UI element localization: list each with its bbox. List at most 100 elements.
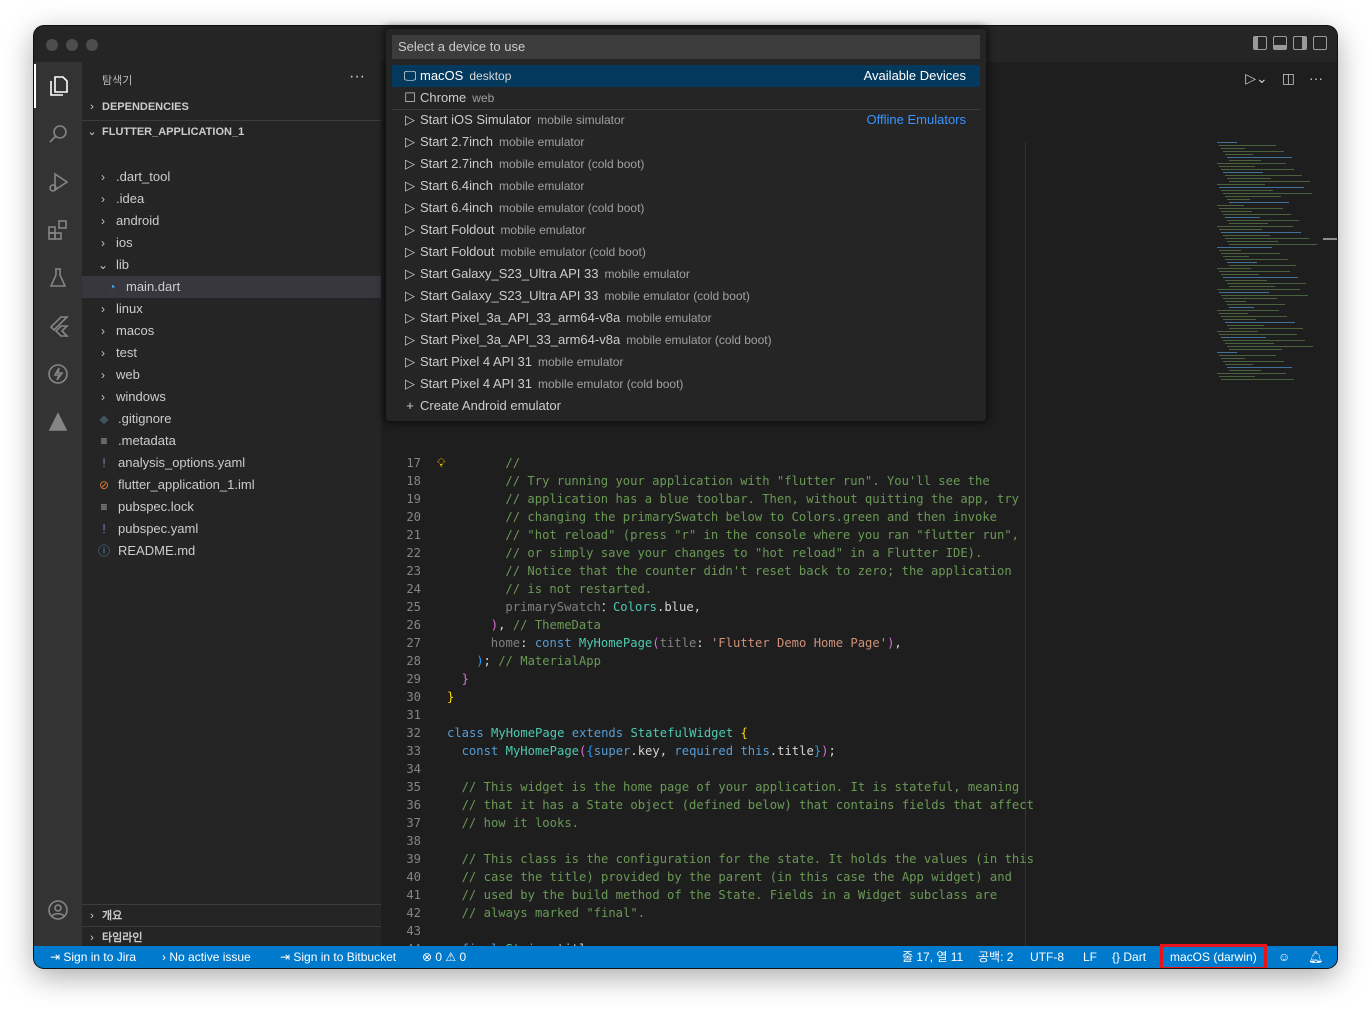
- tree-folder[interactable]: › linux: [82, 298, 381, 320]
- search-icon[interactable]: [34, 112, 82, 156]
- play-icon: ▷: [405, 200, 415, 215]
- more-actions-icon[interactable]: ···: [1309, 70, 1323, 87]
- toggle-secondary-sidebar-icon[interactable]: [1293, 36, 1307, 50]
- text-file-icon: ≡: [100, 434, 108, 448]
- sign-in-icon: ⇥: [50, 950, 64, 964]
- device-option[interactable]: ▷ Start Pixel_3a_API_33_arm64-v8a mobile e…: [392, 329, 980, 351]
- minimap-line: [1225, 259, 1288, 260]
- zoom-window-button[interactable]: [86, 39, 98, 51]
- section-label: 타임라인: [102, 932, 143, 944]
- customize-layout-icon[interactable]: [1313, 36, 1327, 50]
- tree-item-label: .dart_tool: [116, 169, 171, 184]
- tree-file[interactable]: ! analysis_options.yaml: [82, 452, 381, 474]
- jira-sign-in[interactable]: ⇥ Sign in to Jira: [50, 946, 136, 968]
- device-option[interactable]: ▷ Start 6.4inch mobile emulator: [392, 175, 980, 197]
- tree-folder[interactable]: › test: [82, 342, 381, 364]
- cursor-position[interactable]: 줄 17, 열 11: [902, 946, 963, 968]
- minimap-line: [1229, 265, 1296, 266]
- run-dropdown-icon[interactable]: ▷⌄: [1245, 70, 1268, 87]
- jira-issue[interactable]: › No active issue: [162, 946, 251, 968]
- tree-folder[interactable]: › web: [82, 364, 381, 386]
- language-label: Dart: [1123, 950, 1147, 964]
- device-option[interactable]: ▷ Start Pixel_3a_API_33_arm64-v8a mobile e…: [392, 307, 980, 329]
- more-actions-icon[interactable]: ···: [349, 68, 365, 86]
- end-of-line[interactable]: LF: [1083, 946, 1097, 968]
- section-project[interactable]: ⌄ FLUTTER_APPLICATION_1: [82, 120, 381, 143]
- device-option[interactable]: ▷ Start 6.4inch mobile emulator (cold boot…: [392, 197, 980, 219]
- tree-file[interactable]: ≡ .metadata: [82, 430, 381, 452]
- play-icon: ▷: [405, 112, 415, 127]
- minimap[interactable]: [1213, 142, 1323, 382]
- tree-file[interactable]: ≡ pubspec.lock: [82, 496, 381, 518]
- code-token: ,: [894, 636, 902, 650]
- minimap-line: [1219, 355, 1276, 356]
- tree-folder[interactable]: › ios: [82, 232, 381, 254]
- device-option[interactable]: ▷ Start Pixel 4 API 31 mobile emulator (co…: [392, 373, 980, 395]
- tree-file[interactable]: ◔ main.dart: [82, 276, 381, 298]
- device-option[interactable]: ▷ Start Galaxy_S23_Ultra API 33 mobile emu…: [392, 285, 980, 307]
- activity-bar: [34, 62, 82, 968]
- tree-file[interactable]: ! pubspec.yaml: [82, 518, 381, 540]
- device-option[interactable]: 🖵︎ macOS desktop Available Devices: [392, 65, 980, 87]
- device-option[interactable]: ▷ Start Pixel 4 API 31 mobile emulator: [392, 351, 980, 373]
- minimap-line: [1227, 304, 1285, 305]
- indentation[interactable]: 공백: 2: [978, 946, 1013, 968]
- device-option[interactable]: ▷ Start 2.7inch mobile emulator (cold boot…: [392, 153, 980, 175]
- flutter-icon[interactable]: [34, 304, 82, 348]
- device-option[interactable]: ☐ Chrome web: [392, 87, 980, 109]
- minimap-line: [1227, 262, 1257, 263]
- lightning-icon[interactable]: [34, 352, 82, 396]
- tree-folder[interactable]: › .dart_tool: [82, 166, 381, 188]
- split-editor-icon[interactable]: ◫: [1282, 70, 1295, 87]
- encoding[interactable]: UTF-8: [1030, 946, 1064, 968]
- explorer-icon[interactable]: [34, 64, 82, 108]
- device-option[interactable]: ▷ Start Foldout mobile emulator: [392, 219, 980, 241]
- close-window-button[interactable]: [46, 39, 58, 51]
- editor-actions: ▷⌄ ◫ ···: [1245, 70, 1323, 87]
- tree-folder[interactable]: › windows: [82, 386, 381, 408]
- device-option[interactable]: ▷ Start 2.7inch mobile emulator: [392, 131, 980, 153]
- section-outline[interactable]: › 개요: [82, 904, 381, 927]
- device-option[interactable]: ▷ Start Foldout mobile emulator (cold boot…: [392, 241, 980, 263]
- minimap-line: [1219, 187, 1304, 188]
- device-label: Start Pixel_3a_API_33_arm64-v8a: [420, 310, 621, 325]
- tree-folder[interactable]: › android: [82, 210, 381, 232]
- minimap-line: [1219, 250, 1241, 251]
- tree-folder[interactable]: ⌄ lib: [82, 254, 381, 276]
- tree-item-label: main.dart: [126, 279, 181, 294]
- device-description: mobile emulator (cold boot): [626, 333, 772, 347]
- lightbulb-icon[interactable]: 💡︎: [437, 454, 446, 472]
- notifications-bell-icon[interactable]: 🔔︎: [1308, 946, 1323, 968]
- line-number: 18: [406, 474, 421, 488]
- atlassian-icon[interactable]: [34, 400, 82, 444]
- code-token: // Try running your application with "fl…: [505, 474, 990, 488]
- run-debug-icon[interactable]: [34, 160, 82, 204]
- extensions-icon[interactable]: [34, 208, 82, 252]
- layout-controls: [1253, 36, 1327, 50]
- testing-icon[interactable]: [34, 256, 82, 300]
- minimize-window-button[interactable]: [66, 39, 78, 51]
- minimap-line: [1223, 151, 1284, 152]
- device-option[interactable]: ▷ Start Galaxy_S23_Ultra API 33 mobile emu…: [392, 263, 980, 285]
- code-token: const: [534, 636, 579, 650]
- device-selector[interactable]: macOS (darwin): [1160, 944, 1267, 968]
- tree-folder[interactable]: › macos: [82, 320, 381, 342]
- device-option[interactable]: ▷ Start iOS Simulator mobile simulator Offl…: [392, 109, 980, 131]
- toggle-primary-sidebar-icon[interactable]: [1253, 36, 1267, 50]
- tree-file[interactable]: ⊘ flutter_application_1.iml: [82, 474, 381, 496]
- language-mode[interactable]: {} Dart: [1112, 946, 1146, 968]
- toggle-panel-icon[interactable]: [1273, 36, 1287, 50]
- tree-file[interactable]: ◆ .gitignore: [82, 408, 381, 430]
- device-option[interactable]: + Create Android emulator: [392, 395, 980, 417]
- minimap-line: [1219, 292, 1269, 293]
- bitbucket-sign-in[interactable]: ⇥ Sign in to Bitbucket: [280, 946, 396, 968]
- section-dependencies[interactable]: › DEPENDENCIES: [82, 96, 381, 118]
- problems-indicator[interactable]: ⊗ 0 ⚠ 0: [422, 946, 466, 968]
- tree-file[interactable]: ⓘ README.md: [82, 540, 381, 562]
- account-icon[interactable]: [34, 888, 82, 932]
- scrollbar-thumb[interactable]: [1323, 238, 1337, 240]
- quick-pick-input[interactable]: Select a device to use: [392, 35, 980, 59]
- feedback-icon[interactable]: ☺: [1278, 946, 1290, 968]
- tree-folder[interactable]: › .idea: [82, 188, 381, 210]
- tree-item-label: linux: [116, 301, 143, 316]
